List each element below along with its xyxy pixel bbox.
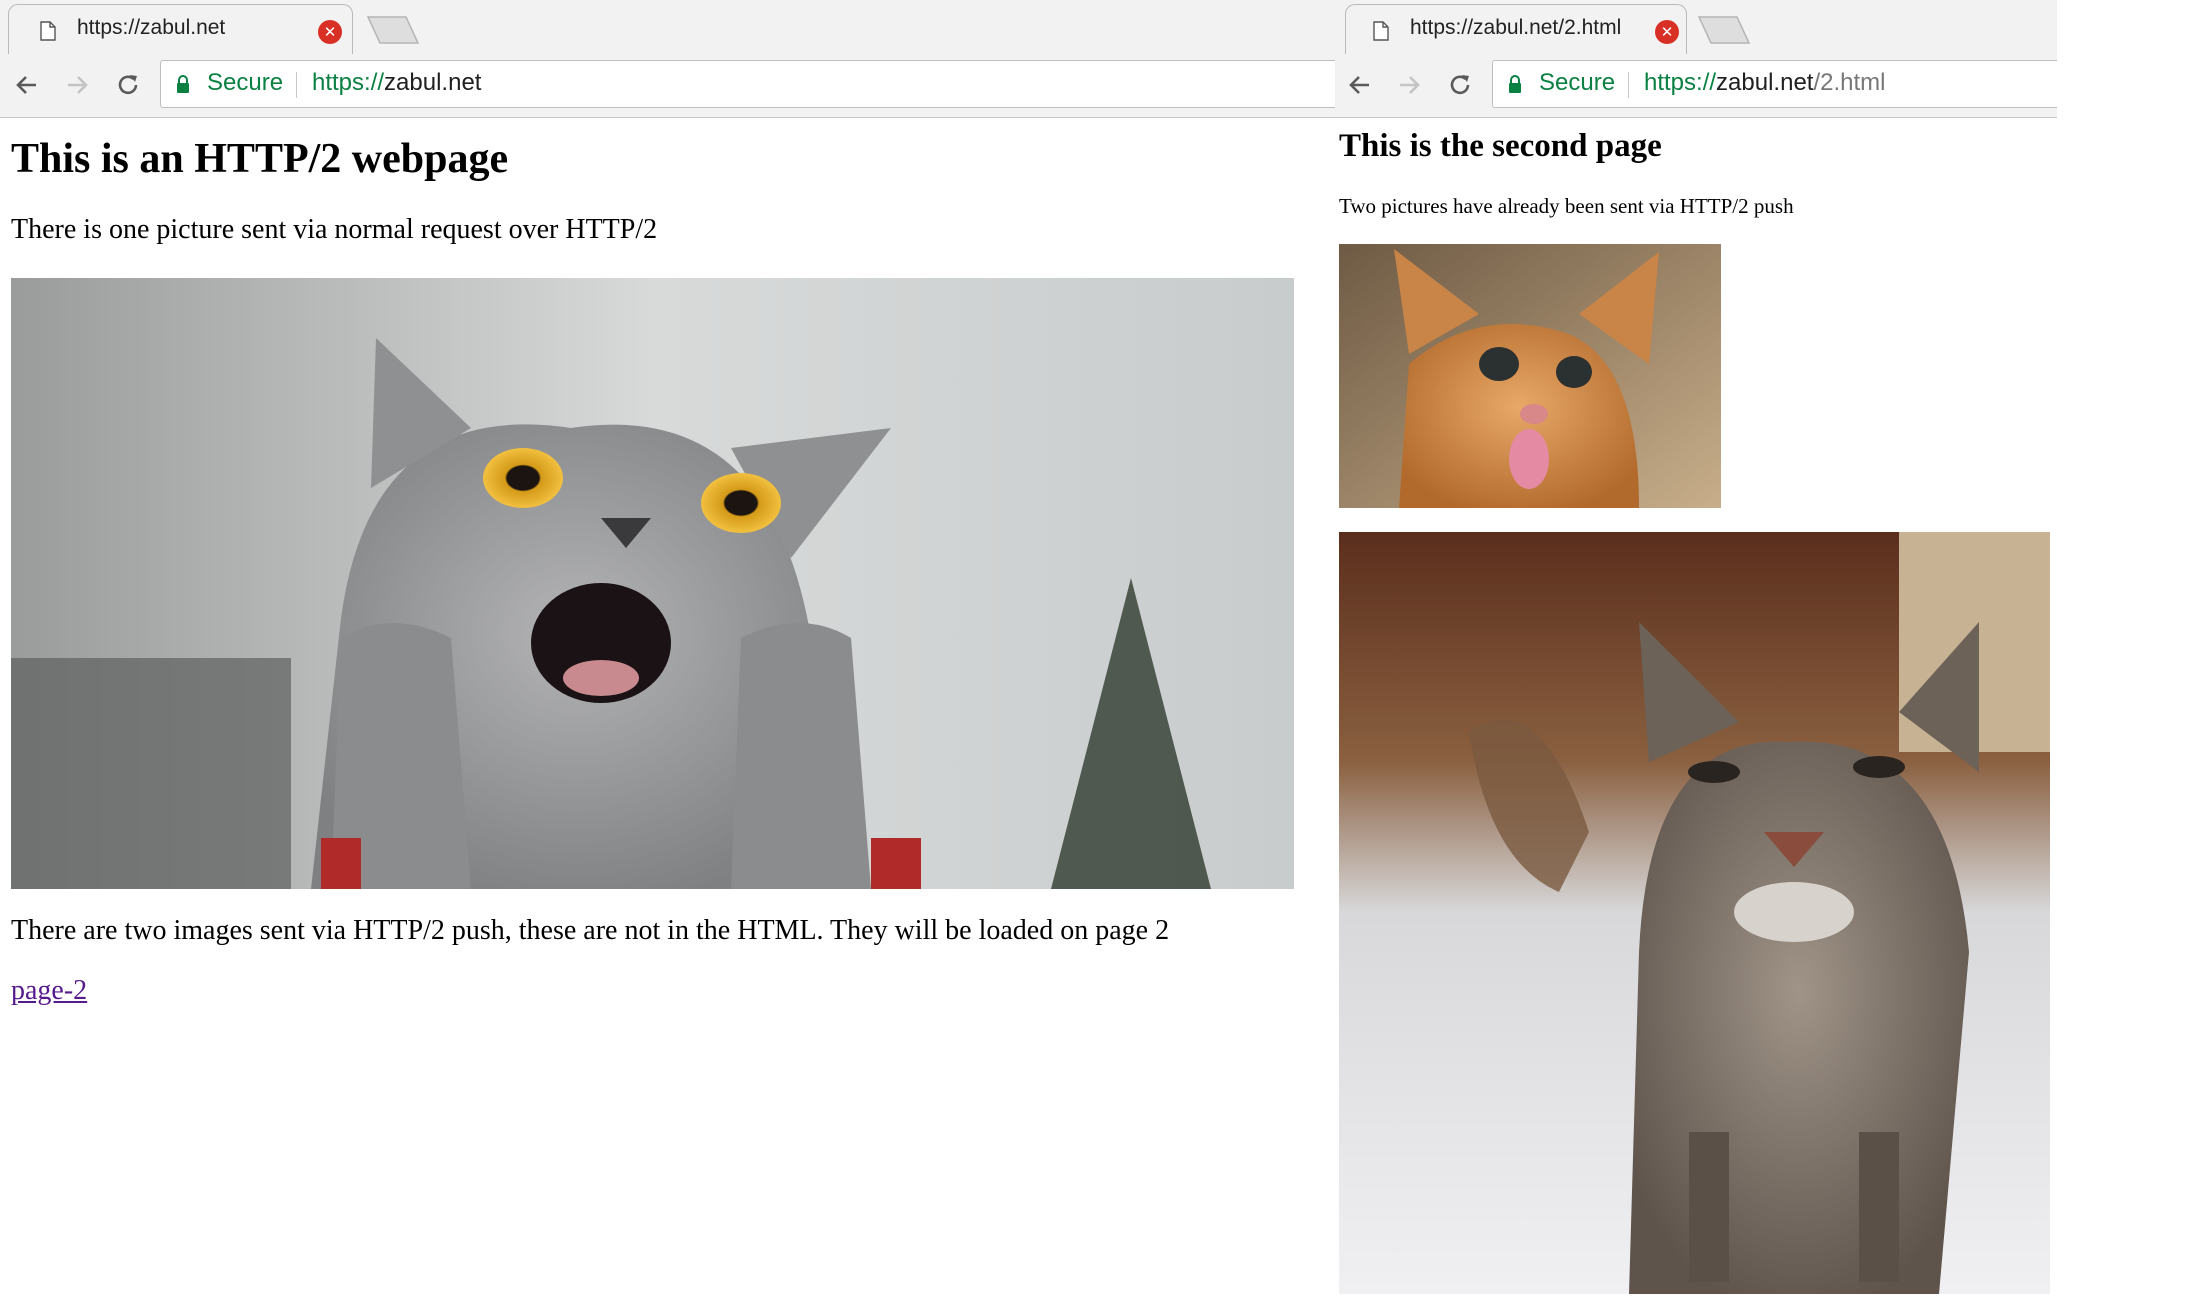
- tab-zabul-page-2[interactable]: https://zabul.net/2.html ✕: [1345, 4, 1687, 54]
- browser-toolbar: Secure https://zabul.net/2.html: [1335, 54, 2057, 118]
- url-host: zabul.net: [1716, 69, 1814, 96]
- page-title: This is an HTTP/2 webpage: [11, 136, 509, 182]
- browser-window-right: https://zabul.net/2.html ✕ Secure https:…: [1335, 0, 2057, 1311]
- tab-title: https://zabul.net/2.html: [1410, 16, 1622, 39]
- kitten-tongue-image: [1339, 244, 1721, 508]
- url-text: https://zabul.net/2.html: [1644, 69, 1885, 97]
- back-arrow-icon[interactable]: [12, 70, 42, 100]
- forward-arrow-icon[interactable]: [1394, 70, 1424, 100]
- lock-icon: [1509, 75, 1521, 93]
- push-note-text: There are two images sent via HTTP/2 pus…: [11, 915, 1170, 946]
- forward-arrow-icon[interactable]: [62, 70, 92, 100]
- tab-strip: https://zabul.net/2.html ✕: [1335, 0, 2057, 54]
- omnibox-separator: [1628, 72, 1629, 98]
- omnibox-separator: [296, 72, 297, 98]
- reload-icon[interactable]: [1445, 70, 1475, 100]
- address-bar[interactable]: Secure https://zabul.net/2.html: [1492, 60, 2057, 108]
- page-title: This is the second page: [1339, 128, 1662, 164]
- tabby-cat-image: [1339, 532, 2050, 1294]
- tab-zabul-home[interactable]: https://zabul.net ✕: [8, 4, 353, 54]
- url-text: https://zabul.net: [312, 69, 481, 97]
- browser-window-left: https://zabul.net ✕ Secure https://zabul…: [0, 0, 1335, 1311]
- secure-label: Secure: [207, 69, 284, 96]
- page-content: This is an HTTP/2 webpage There is one p…: [0, 118, 1335, 1311]
- secure-label: Secure: [1539, 69, 1616, 96]
- new-tab-button[interactable]: [1697, 15, 1751, 45]
- tab-strip: https://zabul.net ✕: [0, 0, 1335, 54]
- reload-icon[interactable]: [113, 70, 143, 100]
- page-icon: [40, 21, 56, 41]
- page-icon: [1373, 21, 1389, 41]
- page-2-link[interactable]: page-2: [11, 975, 87, 1007]
- tab-title: https://zabul.net: [77, 16, 226, 39]
- url-path: /2.html: [1813, 69, 1886, 96]
- url-scheme: https://: [1644, 69, 1717, 96]
- intro-text: There is one picture sent via normal req…: [11, 214, 658, 245]
- close-icon[interactable]: ✕: [1655, 20, 1679, 44]
- shocked-gray-cat-image: [11, 278, 1294, 889]
- browser-toolbar: Secure https://zabul.net: [0, 54, 1335, 118]
- url-host: zabul.net: [384, 69, 482, 96]
- page-content: This is the second page Two pictures hav…: [1335, 118, 2057, 1311]
- lock-icon: [177, 75, 189, 93]
- new-tab-button[interactable]: [366, 15, 420, 45]
- intro-text: Two pictures have already been sent via …: [1339, 194, 1794, 218]
- address-bar[interactable]: Secure https://zabul.net: [160, 60, 1335, 108]
- url-scheme: https://: [312, 69, 385, 96]
- close-icon[interactable]: ✕: [318, 20, 342, 44]
- back-arrow-icon[interactable]: [1345, 70, 1375, 100]
